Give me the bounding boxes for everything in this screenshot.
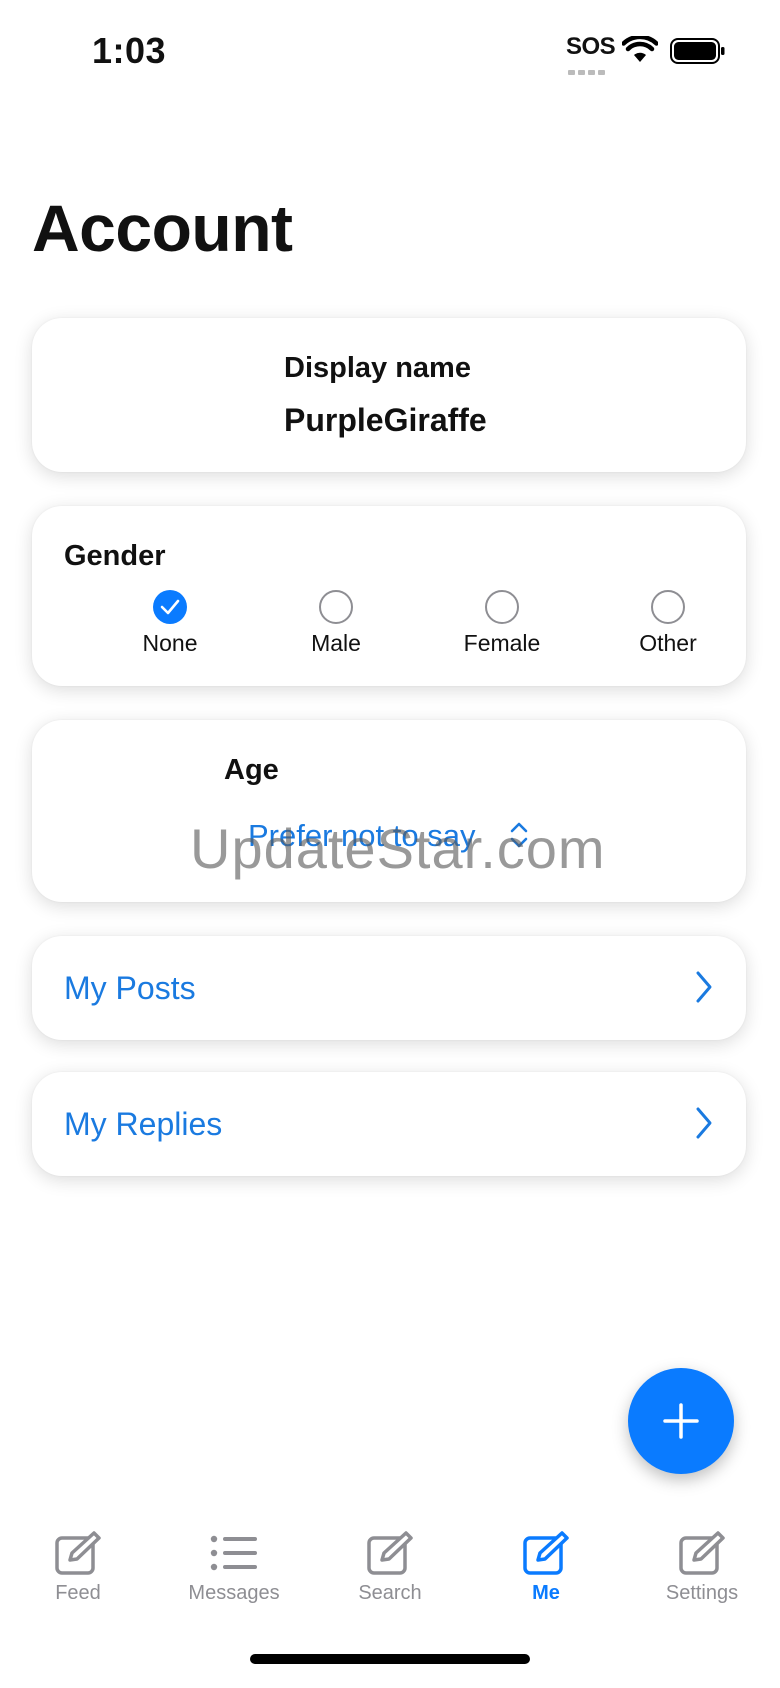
status-bar: 1:03 SOS (0, 0, 780, 100)
my-posts-label[interactable]: My Posts (64, 970, 196, 1007)
signal-dots-icon (568, 62, 608, 75)
new-post-button[interactable] (628, 1368, 734, 1474)
tab-settings[interactable]: Settings (624, 1530, 780, 1605)
gender-option-none[interactable]: None (90, 590, 250, 657)
tab-label: Search (358, 1582, 422, 1604)
gender-option-male[interactable]: Male (256, 590, 416, 657)
compose-icon (367, 1531, 413, 1575)
tab-messages[interactable]: Messages (156, 1530, 312, 1605)
compose-icon (679, 1531, 725, 1575)
age-card: Age Prefer not to say (32, 720, 746, 902)
radio-checked-icon[interactable] (153, 590, 187, 624)
display-name-label: Display name (284, 352, 471, 384)
sos-indicator: SOS (566, 33, 616, 60)
page-title: Account (32, 191, 293, 265)
battery-icon (670, 38, 725, 64)
display-name-value[interactable]: PurpleGiraffe (284, 402, 487, 439)
gender-radio-group: None Male Female Other (32, 590, 746, 660)
radio-unchecked-icon[interactable] (485, 590, 519, 624)
tab-me[interactable]: Me (468, 1530, 624, 1605)
home-indicator[interactable] (250, 1654, 530, 1664)
gender-option-label: None (142, 630, 198, 656)
compose-icon (55, 1531, 101, 1575)
compose-icon (523, 1531, 569, 1575)
tab-label: Feed (55, 1582, 101, 1604)
wifi-icon (622, 36, 658, 62)
gender-option-other[interactable]: Other (588, 590, 748, 657)
radio-unchecked-icon[interactable] (319, 590, 353, 624)
gender-option-label: Other (639, 630, 697, 656)
age-label: Age (224, 754, 279, 786)
gender-option-label: Female (463, 630, 541, 656)
chevron-right-icon[interactable] (694, 1106, 714, 1140)
gender-card: Gender None Male Female Other (32, 506, 746, 686)
gender-option-label: Male (311, 630, 361, 656)
my-posts-row[interactable]: My Posts (32, 936, 746, 1040)
my-replies-row[interactable]: My Replies (32, 1072, 746, 1176)
tab-search[interactable]: Search (312, 1530, 468, 1605)
gender-label: Gender (64, 540, 166, 572)
plus-icon (663, 1403, 699, 1439)
age-picker[interactable]: Prefer not to say (248, 818, 475, 854)
tab-bar: Feed Messages Search Me Settings (0, 1500, 780, 1620)
status-time: 1:03 (92, 30, 167, 71)
tab-label: Me (532, 1582, 560, 1604)
tab-label: Settings (665, 1582, 739, 1604)
list-icon (210, 1535, 257, 1571)
tab-feed[interactable]: Feed (0, 1530, 156, 1605)
chevron-up-down-icon[interactable] (508, 820, 530, 850)
display-name-card: Display name PurpleGiraffe (32, 318, 746, 472)
my-replies-label[interactable]: My Replies (64, 1106, 222, 1143)
radio-unchecked-icon[interactable] (651, 590, 685, 624)
tab-label: Messages (188, 1582, 280, 1604)
gender-option-female[interactable]: Female (422, 590, 582, 657)
chevron-right-icon[interactable] (694, 970, 714, 1004)
